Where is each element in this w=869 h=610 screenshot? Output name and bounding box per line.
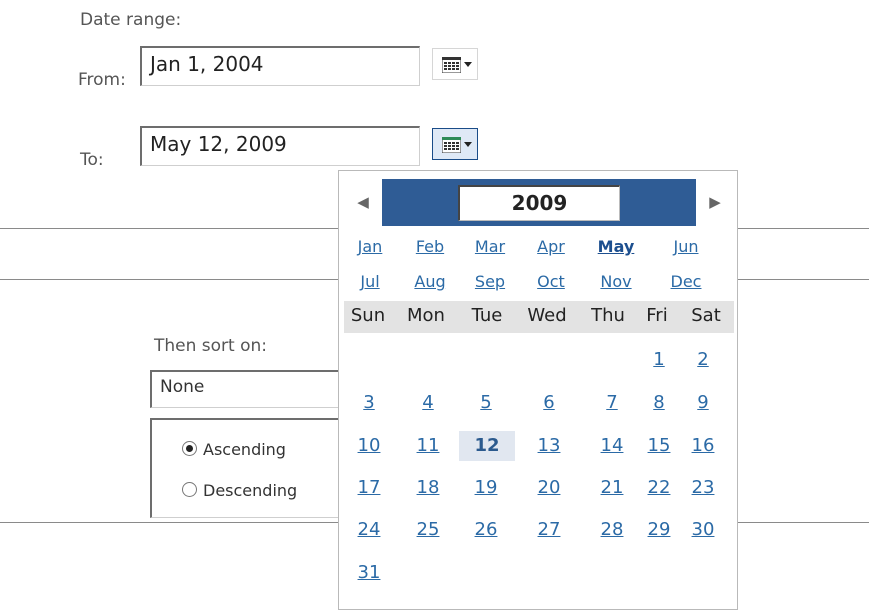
day-cell-selected[interactable]: 12 xyxy=(459,431,515,461)
month-dec[interactable]: Dec xyxy=(661,272,711,291)
weekday-header: Sun Mon Tue Wed Thu Fri Sat xyxy=(344,301,734,333)
dropdown-arrow-icon xyxy=(464,142,472,147)
right-arrow-icon: ▶ xyxy=(709,193,721,211)
day-cell[interactable]: 6 xyxy=(531,392,567,413)
to-date-value: May 12, 2009 xyxy=(150,132,287,156)
day-cell[interactable]: 2 xyxy=(685,349,721,370)
dropdown-arrow-icon xyxy=(464,62,472,67)
weekday-sat: Sat xyxy=(691,305,721,326)
month-feb[interactable]: Feb xyxy=(405,237,455,256)
from-date-value: Jan 1, 2004 xyxy=(150,52,264,76)
day-cell[interactable]: 9 xyxy=(685,392,721,413)
weekday-sun: Sun xyxy=(350,305,386,326)
descending-option[interactable]: Descending xyxy=(182,481,297,500)
year-input[interactable]: 2009 xyxy=(458,185,620,221)
radio-unchecked-icon[interactable] xyxy=(182,482,197,497)
day-cell[interactable]: 28 xyxy=(594,519,630,540)
day-cell[interactable]: 15 xyxy=(641,435,677,456)
weekday-mon: Mon xyxy=(407,305,445,326)
ascending-label: Ascending xyxy=(203,440,286,459)
day-cell[interactable]: 23 xyxy=(685,477,721,498)
to-label: To: xyxy=(80,150,104,170)
day-cell[interactable]: 24 xyxy=(351,519,387,540)
to-date-input[interactable]: May 12, 2009 xyxy=(140,126,420,166)
next-year-button[interactable]: ▶ xyxy=(696,179,734,226)
month-apr[interactable]: Apr xyxy=(526,237,576,256)
day-cell[interactable]: 5 xyxy=(468,392,504,413)
month-sep[interactable]: Sep xyxy=(465,272,515,291)
left-arrow-icon: ◀ xyxy=(357,193,369,211)
descending-label: Descending xyxy=(203,481,298,500)
ascending-option[interactable]: Ascending xyxy=(182,440,286,459)
month-aug[interactable]: Aug xyxy=(405,272,455,291)
calendar-icon xyxy=(442,57,461,73)
day-cell[interactable]: 21 xyxy=(594,477,630,498)
calendar-icon xyxy=(442,137,461,153)
day-cell[interactable]: 7 xyxy=(594,392,630,413)
day-cell[interactable]: 3 xyxy=(351,392,387,413)
from-label: From: xyxy=(78,70,126,90)
month-may[interactable]: May xyxy=(591,237,641,256)
day-cell[interactable]: 20 xyxy=(531,477,567,498)
day-cell[interactable]: 17 xyxy=(351,477,387,498)
month-oct[interactable]: Oct xyxy=(526,272,576,291)
day-cell[interactable]: 13 xyxy=(531,435,567,456)
weekday-thu: Thu xyxy=(591,305,625,326)
day-cell[interactable]: 25 xyxy=(410,519,446,540)
day-cell[interactable]: 22 xyxy=(641,477,677,498)
day-cell[interactable]: 19 xyxy=(468,477,504,498)
radio-checked-icon[interactable] xyxy=(182,441,197,456)
month-jan[interactable]: Jan xyxy=(345,237,395,256)
day-cell[interactable]: 16 xyxy=(685,435,721,456)
day-cell[interactable]: 11 xyxy=(410,435,446,456)
weekday-fri: Fri xyxy=(646,305,668,326)
day-cell[interactable]: 26 xyxy=(468,519,504,540)
month-jul[interactable]: Jul xyxy=(345,272,395,291)
date-range-label: Date range: xyxy=(80,10,182,30)
day-cell[interactable]: 8 xyxy=(641,392,677,413)
calendar-popup: ◀ 2009 ▶ Jan Feb Mar Apr May Jun Jul Aug… xyxy=(338,170,738,610)
day-cell[interactable]: 4 xyxy=(410,392,446,413)
day-cell[interactable]: 14 xyxy=(594,435,630,456)
day-cell[interactable]: 29 xyxy=(641,519,677,540)
year-bar: ◀ 2009 ▶ xyxy=(344,179,734,226)
month-mar[interactable]: Mar xyxy=(465,237,515,256)
day-cell[interactable]: 18 xyxy=(410,477,446,498)
sort-select-value: None xyxy=(160,377,205,397)
sort-select[interactable]: None xyxy=(150,370,350,408)
day-cell[interactable]: 30 xyxy=(685,519,721,540)
weekday-wed: Wed xyxy=(527,305,567,326)
day-cell[interactable]: 27 xyxy=(531,519,567,540)
from-date-input[interactable]: Jan 1, 2004 xyxy=(140,46,420,86)
day-cell[interactable]: 31 xyxy=(351,562,387,583)
sort-order-group xyxy=(150,418,350,518)
weekday-tue: Tue xyxy=(471,305,503,326)
day-cell[interactable]: 10 xyxy=(351,435,387,456)
sort-label: Then sort on: xyxy=(154,336,268,356)
to-calendar-button[interactable] xyxy=(432,128,478,160)
from-calendar-button[interactable] xyxy=(432,48,478,80)
day-cell[interactable]: 1 xyxy=(641,349,677,370)
prev-year-button[interactable]: ◀ xyxy=(344,179,382,226)
month-nov[interactable]: Nov xyxy=(591,272,641,291)
month-jun[interactable]: Jun xyxy=(661,237,711,256)
